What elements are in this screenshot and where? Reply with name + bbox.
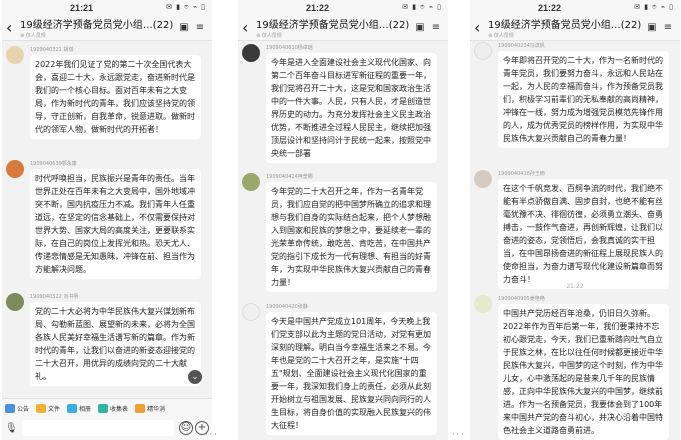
separator-dots: ··· [205, 430, 219, 439]
scroll-down-icon[interactable]: ⌄ [188, 370, 202, 384]
chat-subtitle: ⊕ 仅人员规 [488, 33, 514, 39]
avatar[interactable] [242, 44, 260, 62]
message-bubble[interactable]: 在这个千帆竞发、百舸争流的时代，我们绝不能有半点骄傲自满、固步自封，也绝不能有丝… [498, 179, 669, 289]
chat-header: ‹ 19级经济学预备党员党小组…(22) ⊕ 仅人员规 ▣ ≡ [238, 15, 448, 41]
chat-title: 19级经济学预备党员党小组…(22) [488, 20, 642, 31]
sender-name: 1909040424冉莹娜 [266, 174, 313, 180]
menu-icon[interactable]: ≡ [428, 22, 444, 33]
folder-icon [36, 403, 47, 413]
status-bar: 21:22 ✉ ▮ ⌾ ⌁ ▯ [470, 0, 680, 15]
message-input[interactable] [22, 420, 174, 436]
sender-name: 1909040610杨卓瑶 [266, 45, 313, 51]
time-divider: 21:22 [566, 283, 584, 290]
calendar-icon[interactable]: ▣ [176, 22, 192, 33]
chat-subtitle: ⊕ 仅人员规 [20, 33, 46, 39]
avatar[interactable] [6, 160, 24, 178]
sender-name: 1909040418孙王楠 [498, 171, 545, 177]
chat-title: 19级经济学预备党员党小组…(22) [20, 20, 174, 31]
menu-icon[interactable]: ≡ [660, 22, 676, 33]
phone-screen-1: 21:21 ✉ ▮ ⌾ ⌁ ▯ ‹ 19级经济学预备党员党小组…(22) ⊕ 仅… [2, 0, 212, 440]
sender-name: 1909040905姜艳艳 [498, 296, 545, 302]
avatar[interactable] [242, 173, 260, 191]
sender-name: 1909040420张静 [266, 304, 308, 310]
message-bubble[interactable]: 今年即将召开党的二十大，作为一名新时代的青年党员，我们要努力奋斗，永远和人民站在… [498, 51, 669, 148]
chat-header: ‹ 19级经济学预备党员党小组…(22) ⊕ 仅人员规 ▣ ≡ [2, 15, 212, 41]
calendar-icon[interactable]: ▣ [644, 22, 660, 33]
shortcut-files[interactable]: 文件 [36, 403, 60, 413]
status-time: 21:22 [538, 2, 562, 13]
sender-name: 1909040321 胡琪 [30, 47, 74, 53]
shortcut-album[interactable]: 相册 [67, 403, 91, 413]
chat-title: 19级经济学预备党员党小组…(22) [256, 20, 410, 31]
input-row: 🎙 ☺ + [2, 417, 212, 439]
input-bar: 公告 文件 相册 收集表 精华消 🎙 ☺ + [2, 398, 212, 440]
photo-icon [67, 403, 78, 413]
separator-dots: ··· [452, 430, 466, 439]
sender-name: 1909040639郭永康 [30, 161, 77, 167]
message-bubble[interactable]: 2022年我们见证了党的第二十次全国代表大会，喜迎二十大，永远跟党走，奋进新时代… [30, 55, 201, 139]
avatar[interactable] [474, 170, 492, 188]
status-icons: ✉ ▮ ⌾ ⌁ ▯ [634, 3, 674, 11]
status-time: 21:22 [306, 2, 330, 13]
shortcut-highlights[interactable]: 精华消 [135, 403, 165, 413]
microphone-icon[interactable]: 🎙 [5, 423, 19, 434]
chat-subtitle: ⊕ 仅人员规 [256, 33, 282, 39]
back-arrow-icon[interactable]: ‹ [6, 19, 18, 36]
message-bubble[interactable]: 今年党的二十大召开之年，作为一名青年党员，我们应自觉的把中国梦所确立的追求和理想… [266, 182, 437, 292]
calendar-icon[interactable]: ▣ [412, 22, 428, 33]
avatar[interactable] [6, 46, 24, 64]
phone-screen-3: 21:22 ✉ ▮ ⌾ ⌁ ▯ ‹ 19级经济学预备党员党小组…(22) ⊕ 仅… [470, 0, 680, 440]
status-icons: ✉ ▮ ⌾ ⌁ ▯ [166, 3, 206, 11]
avatar[interactable] [6, 293, 24, 311]
avatar[interactable] [242, 303, 260, 321]
shortcut-announcement[interactable]: 公告 [5, 403, 29, 413]
message-bubble[interactable]: 中国共产党历经百年沧桑，仍旧日久弥新。2022年作为百年后第一年，我们要秉持不忘… [498, 304, 669, 440]
status-time: 21:21 [70, 2, 94, 13]
status-bar: 21:21 ✉ ▮ ⌾ ⌁ ▯ [2, 0, 212, 15]
message-bubble[interactable]: 今年是进入全面建设社会主义现代化国家、向第二个百年奋斗目标进军新征程的重要一年，… [266, 53, 437, 163]
form-icon [98, 403, 109, 413]
avatar[interactable] [474, 42, 492, 60]
back-arrow-icon[interactable]: ‹ [242, 19, 254, 36]
megaphone-icon [5, 403, 15, 413]
avatar[interactable] [474, 295, 492, 313]
sender-name: 1909040234冯滨帆 [498, 43, 545, 49]
emoji-icon[interactable]: ☺ [179, 421, 193, 435]
shortcut-bar: 公告 文件 相册 收集表 精华消 [2, 399, 212, 417]
phone-screen-2: 21:22 ✉ ▮ ⌾ ⌁ ▯ ‹ 19级经济学预备党员党小组…(22) ⊕ 仅… [238, 0, 448, 440]
shortcut-forms[interactable]: 收集表 [98, 403, 128, 413]
status-icons: ✉ ▮ ⌾ ⌁ ▯ [402, 3, 442, 11]
message-bubble[interactable]: 时代呼唤担当，民族振兴是青年的责任。当年世界正处在百年未有之大变局中，国外地域冲… [30, 169, 201, 279]
message-bubble[interactable]: 党的二十大必将为中华民族伟大复兴谋划新布局、勾勒新蓝图、展望新的未来，必将为全国… [30, 302, 201, 386]
star-icon [135, 403, 146, 413]
message-bubble[interactable]: 今天是中国共产党成立101周年，今天晚上我们党支部以此为主题的党日活动，对党有更… [266, 312, 437, 435]
chat-header: ‹ 19级经济学预备党员党小组…(22) ⊕ 仅人员规 ▣ ≡ [470, 15, 680, 41]
sender-name: 1909040322 刘书明 [30, 294, 79, 300]
back-arrow-icon[interactable]: ‹ [474, 19, 486, 36]
status-bar: 21:22 ✉ ▮ ⌾ ⌁ ▯ [238, 0, 448, 15]
menu-icon[interactable]: ≡ [192, 22, 208, 33]
